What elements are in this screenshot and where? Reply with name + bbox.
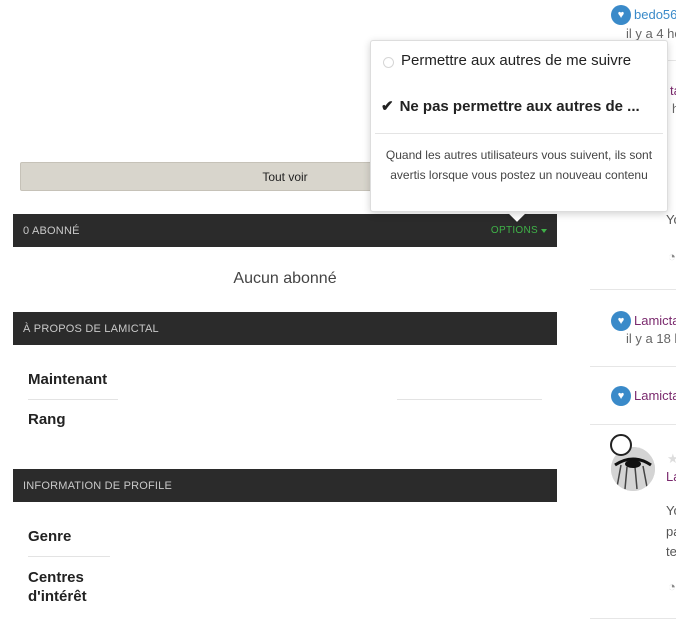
divider	[590, 424, 676, 425]
radio-unchecked-icon	[383, 57, 394, 68]
options-description: Quand les autres utilisateurs vous suive…	[385, 148, 653, 182]
activity-time: il y a 4 he	[626, 26, 676, 41]
divider	[28, 399, 118, 400]
activity-user-link[interactable]: La	[666, 469, 676, 484]
divider	[590, 366, 676, 367]
followers-count-title: 0 ABONNÉ	[23, 224, 80, 237]
activity-snippet: Yo	[666, 503, 676, 518]
followers-header: 0 ABONNÉ OPTIONS	[13, 214, 557, 247]
no-followers-text: Aucun abonné	[233, 270, 337, 287]
caret-down-icon	[541, 228, 547, 233]
activity-user-link[interactable]: bedo56	[634, 7, 676, 22]
menu-item-deny-follow[interactable]: ✔ Ne pas permettre aux autres de ...	[381, 97, 659, 115]
about-title: À PROPOS DE LAMICTAL	[23, 322, 159, 335]
profile-info-header: INFORMATION DE PROFILE	[13, 469, 557, 502]
clock-icon: ◔	[668, 249, 676, 264]
activity-snippet: te	[666, 544, 676, 559]
divider	[590, 618, 676, 619]
options-menu: Permettre aux autres de me suivre ✔ Ne pa…	[370, 40, 668, 212]
clock-icon: ◔	[668, 579, 676, 594]
checkmark-icon: ✔	[381, 98, 394, 115]
divider	[28, 556, 110, 557]
about-row-now: Maintenant	[28, 371, 108, 388]
about-header: À PROPOS DE LAMICTAL	[13, 312, 557, 345]
activity-user-link[interactable]: Lamicta	[634, 388, 676, 403]
activity-snippet: Yo	[666, 212, 676, 227]
selection-circle-icon	[610, 434, 632, 456]
activity-time: h	[672, 101, 676, 116]
heart-icon: ♥	[611, 311, 631, 331]
profile-row-interests: Centres d'intérêt	[28, 569, 87, 605]
options-label: OPTIONS	[490, 225, 538, 236]
profile-row-gender: Genre	[28, 528, 72, 545]
heart-icon: ♥	[611, 5, 631, 25]
activity-user-link[interactable]: ta	[670, 83, 676, 98]
about-row-rank: Rang	[28, 411, 66, 428]
divider	[375, 133, 663, 134]
profile-info-title: INFORMATION DE PROFILE	[23, 479, 173, 492]
heart-icon: ♥	[611, 386, 631, 406]
menu-item-deny-label: Ne pas permettre aux autres de ...	[399, 98, 640, 115]
activity-user-link[interactable]: Lamicta	[634, 313, 676, 328]
divider	[590, 289, 676, 290]
star-icon: ★	[667, 451, 676, 466]
menu-item-allow-follow[interactable]: Permettre aux autres de me suivre	[401, 52, 659, 69]
activity-time: il y a 18 h	[626, 331, 676, 346]
activity-snippet: pa	[666, 524, 676, 539]
divider	[397, 399, 542, 400]
